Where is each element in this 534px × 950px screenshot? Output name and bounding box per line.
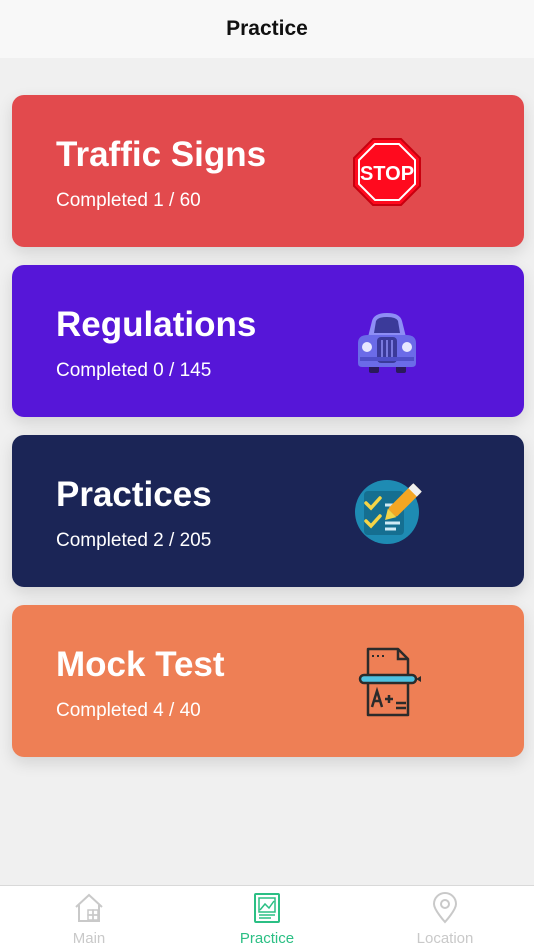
stop-sign-text: STOP [360,163,414,185]
practices-card[interactable]: Practices Completed 2 / 205 [12,435,524,587]
tab-label: Main [72,930,106,947]
card-progress: Completed 4 / 40 [56,700,201,721]
tab-practice[interactable]: Practice [178,886,356,950]
app-header: Practice [0,0,534,58]
card-progress: Completed 0 / 145 [56,360,212,381]
bottom-tab-bar: Main Practice Location [0,885,534,950]
page-title: Practice [226,17,308,40]
tab-label: Practice [239,930,295,947]
checklist-icon [355,480,422,544]
mock-test-card[interactable]: Mock Test Completed 4 / 40 [12,605,524,757]
car-icon [358,313,416,373]
tab-main[interactable]: Main [0,886,178,950]
tab-location[interactable]: Location [356,886,534,950]
location-pin-icon [432,892,458,924]
regulations-card[interactable]: Regulations Completed 0 / 145 [12,265,524,417]
tab-label: Location [416,930,474,947]
card-progress: Completed 1 / 60 [56,190,201,211]
card-title: Mock Test [56,645,225,684]
test-paper-icon [358,647,421,717]
card-title: Practices [56,475,212,514]
practice-icon [254,893,280,923]
card-title: Regulations [56,305,257,344]
stop-sign-icon: STOP [353,138,421,206]
home-icon [75,893,103,922]
card-progress: Completed 2 / 205 [56,530,212,551]
card-title: Traffic Signs [56,135,267,174]
traffic-signs-card[interactable]: Traffic Signs Completed 1 / 60 STOP [12,95,524,247]
